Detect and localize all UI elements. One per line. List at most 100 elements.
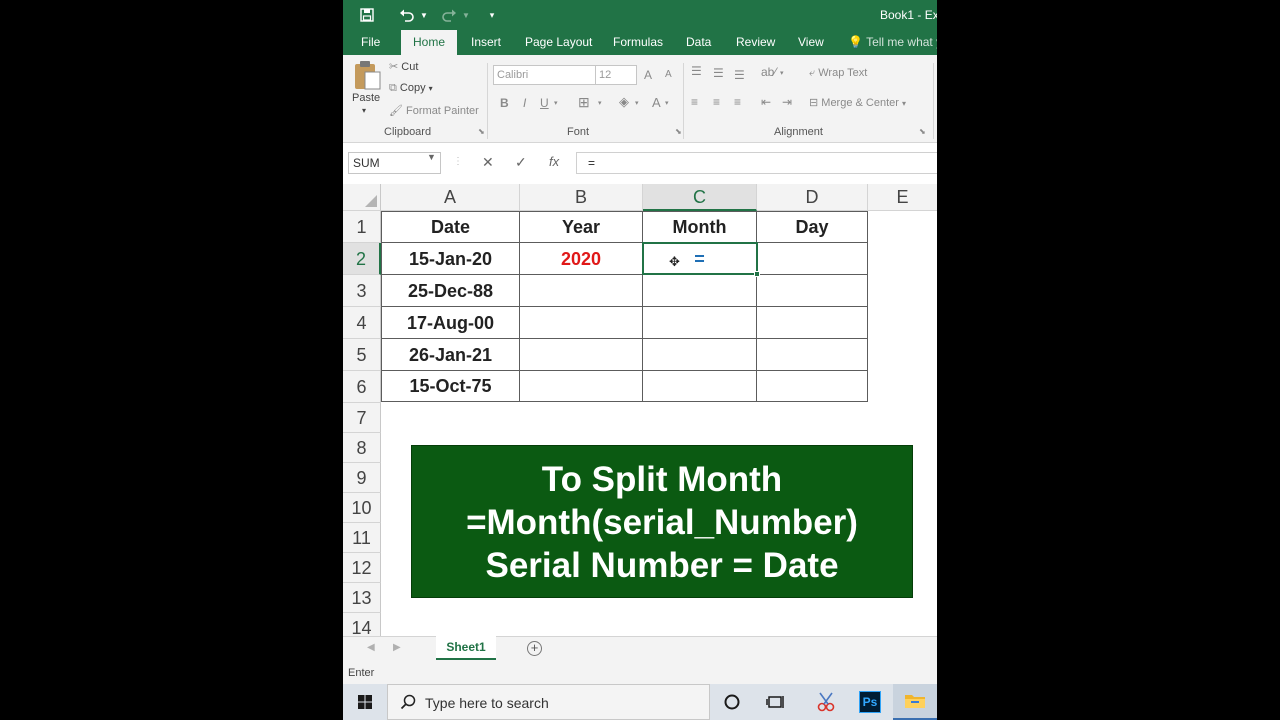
save-icon[interactable] [357, 5, 377, 25]
column-header-b[interactable]: B [520, 184, 643, 211]
taskbar-search-box[interactable]: Type here to search [387, 684, 710, 720]
row-header-12[interactable]: 12 [343, 553, 381, 583]
tell-me-search[interactable]: 💡 Tell me what y [848, 30, 937, 55]
tab-data[interactable]: Data [686, 30, 711, 55]
align-center-icon[interactable]: ≡ [713, 95, 720, 109]
cell-d4[interactable] [757, 307, 868, 339]
top-align-icon[interactable]: ☰ [691, 64, 702, 78]
merge-center-button[interactable]: ⊟ Merge & Center ▾ [809, 96, 906, 109]
tab-home[interactable]: Home [401, 30, 458, 55]
row-header-9[interactable]: 9 [343, 463, 381, 493]
enter-icon[interactable]: ✓ [515, 154, 527, 171]
fill-handle[interactable] [754, 271, 760, 277]
cell-a6[interactable]: 15-Oct-75 [382, 371, 520, 402]
align-right-icon[interactable]: ≡ [734, 95, 741, 109]
cortana-button[interactable] [710, 684, 754, 720]
cell-b3[interactable] [520, 275, 643, 307]
decrease-indent-icon[interactable]: ⇤ [761, 95, 771, 109]
cell-b6[interactable] [520, 371, 643, 402]
cell-a2[interactable]: 15-Jan-20 [382, 243, 520, 275]
task-view-button[interactable] [754, 684, 798, 720]
copy-button[interactable]: ⧉ Copy ▾ [389, 82, 433, 95]
format-painter-button[interactable]: 🖌 Format Painter [389, 104, 479, 117]
formula-input[interactable]: = [576, 152, 937, 174]
next-sheet-icon[interactable]: ▶ [393, 642, 401, 653]
font-color-button[interactable]: A [652, 95, 661, 110]
insert-function-icon[interactable]: fx [549, 154, 559, 169]
borders-icon[interactable]: ⊞ [578, 94, 590, 111]
fill-color-dropdown-icon[interactable]: ▾ [635, 99, 639, 107]
cell-b4[interactable] [520, 307, 643, 339]
cell-b1[interactable]: Year [520, 212, 643, 243]
cell-c4[interactable] [643, 307, 757, 339]
redo-dropdown-icon[interactable]: ▼ [461, 5, 471, 25]
cell-d1[interactable]: Day [757, 212, 868, 243]
fill-color-icon[interactable]: ◈ [619, 94, 629, 110]
cell-a1[interactable]: Date [382, 212, 520, 243]
row-header-6[interactable]: 6 [343, 371, 381, 403]
add-sheet-icon[interactable]: + [527, 641, 542, 656]
paste-dropdown-icon[interactable]: ▾ [362, 106, 366, 115]
sheet-tab-sheet1[interactable]: Sheet1 [436, 636, 496, 660]
underline-button[interactable]: U [540, 96, 549, 110]
grow-font-button[interactable]: A [644, 68, 652, 82]
cell-a5[interactable]: 26-Jan-21 [382, 339, 520, 371]
cell-b2[interactable]: 2020 [520, 243, 643, 275]
row-header-14[interactable]: 14 [343, 613, 381, 636]
row-header-10[interactable]: 10 [343, 493, 381, 523]
column-header-e[interactable]: E [868, 184, 937, 211]
shrink-font-button[interactable]: A [665, 69, 672, 80]
prev-sheet-icon[interactable]: ◀ [367, 642, 375, 653]
cell-c1[interactable]: Month [643, 212, 757, 243]
cell-d2[interactable] [757, 243, 868, 275]
snipping-tool-button[interactable] [804, 684, 848, 720]
row-header-13[interactable]: 13 [343, 583, 381, 613]
row-header-7[interactable]: 7 [343, 403, 381, 433]
column-header-a[interactable]: A [381, 184, 520, 211]
row-header-2[interactable]: 2 [343, 243, 381, 275]
row-header-4[interactable]: 4 [343, 307, 381, 339]
borders-dropdown-icon[interactable]: ▾ [598, 99, 602, 107]
font-size-box[interactable]: 12 [595, 65, 637, 85]
start-button[interactable] [343, 684, 387, 720]
row-header-8[interactable]: 8 [343, 433, 381, 463]
column-header-d[interactable]: D [757, 184, 868, 211]
cell-d3[interactable] [757, 275, 868, 307]
cell-d5[interactable] [757, 339, 868, 371]
tab-file[interactable]: File [361, 30, 380, 55]
alignment-launcher-icon[interactable]: ⬊ [919, 127, 926, 136]
cell-c3[interactable] [643, 275, 757, 307]
select-all-button[interactable] [343, 184, 381, 211]
bold-button[interactable]: B [500, 96, 509, 110]
cell-a4[interactable]: 17-Aug-00 [382, 307, 520, 339]
redo-icon[interactable] [439, 5, 459, 25]
orientation-dropdown-icon[interactable]: ▾ [780, 69, 784, 77]
cell-c5[interactable] [643, 339, 757, 371]
row-header-1[interactable]: 1 [343, 211, 381, 243]
row-header-11[interactable]: 11 [343, 523, 381, 553]
column-header-c[interactable]: C [643, 184, 757, 211]
file-explorer-button[interactable] [893, 684, 937, 720]
cancel-icon[interactable]: ✕ [482, 154, 494, 171]
wrap-text-button[interactable]: ⤶ Wrap Text [809, 67, 867, 80]
tab-view[interactable]: View [798, 30, 824, 55]
cell-b5[interactable] [520, 339, 643, 371]
cell-a3[interactable]: 25-Dec-88 [382, 275, 520, 307]
clipboard-launcher-icon[interactable]: ⬊ [478, 127, 485, 136]
cell-c6[interactable] [643, 371, 757, 402]
increase-indent-icon[interactable]: ⇥ [782, 95, 792, 109]
tab-formulas[interactable]: Formulas [613, 30, 663, 55]
font-launcher-icon[interactable]: ⬊ [675, 127, 682, 136]
cell-d6[interactable] [757, 371, 868, 402]
tab-page-layout[interactable]: Page Layout [525, 30, 592, 55]
undo-dropdown-icon[interactable]: ▼ [419, 5, 429, 25]
bottom-align-icon[interactable]: ☰ [734, 68, 745, 82]
customize-toolbar-icon[interactable]: ▾ [486, 5, 498, 25]
font-name-box[interactable]: Calibri [493, 65, 597, 85]
paste-label[interactable]: Paste [352, 92, 380, 104]
italic-button[interactable]: I [523, 96, 526, 110]
underline-dropdown-icon[interactable]: ▾ [554, 99, 558, 107]
font-color-dropdown-icon[interactable]: ▾ [665, 99, 669, 107]
row-header-5[interactable]: 5 [343, 339, 381, 371]
photoshop-button[interactable]: Ps [848, 684, 892, 720]
